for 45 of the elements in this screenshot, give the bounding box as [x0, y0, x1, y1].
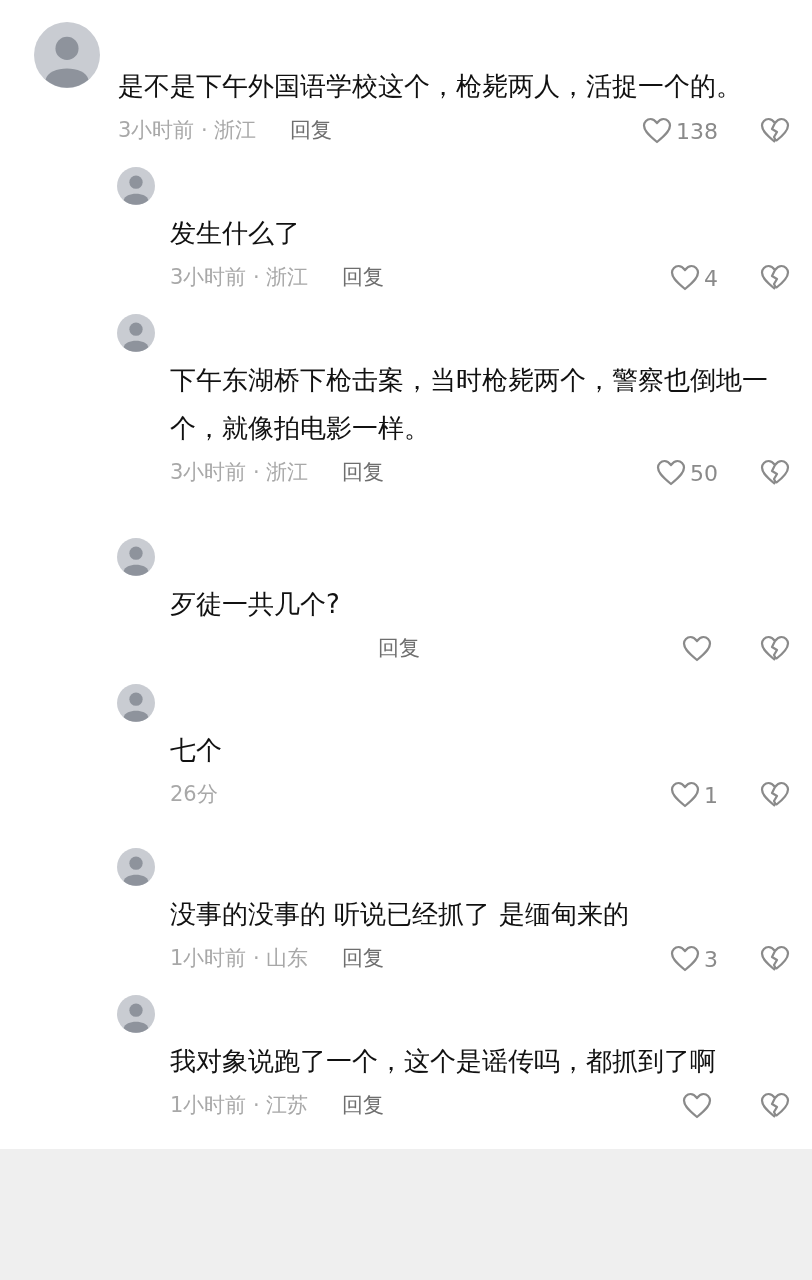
like-count: 138 — [676, 117, 718, 146]
reply-link[interactable]: 回复 — [342, 943, 385, 975]
comment-time: 3小时前 · 浙江 — [118, 117, 257, 145]
avatar[interactable] — [117, 314, 155, 352]
comment-text: 发生什么了 — [170, 217, 301, 250]
broken-heart-icon[interactable] — [760, 264, 790, 292]
broken-heart-icon[interactable] — [760, 945, 790, 973]
avatar[interactable] — [117, 848, 155, 886]
heart-icon[interactable] — [656, 459, 686, 487]
like-count: 1 — [704, 781, 718, 810]
reply-link[interactable]: 回复 — [342, 262, 385, 294]
broken-heart-icon[interactable] — [760, 459, 790, 487]
heart-icon[interactable] — [670, 264, 700, 292]
reply-link[interactable]: 回复 — [290, 115, 333, 147]
reply-link[interactable]: 回复 — [378, 633, 420, 665]
heart-icon[interactable] — [682, 635, 712, 663]
avatar[interactable] — [117, 995, 155, 1033]
heart-icon[interactable] — [670, 945, 700, 973]
like-count: 4 — [704, 264, 718, 293]
heart-icon[interactable] — [670, 781, 700, 809]
comment-time: 3小时前 · 浙江 — [170, 459, 309, 487]
avatar[interactable] — [117, 167, 155, 205]
comment-time: 26分 — [170, 781, 218, 809]
comment-text: 歹徒一共几个? — [170, 588, 341, 621]
heart-icon[interactable] — [682, 1092, 712, 1120]
avatar[interactable] — [117, 538, 155, 576]
comment-time: 1小时前 · 江苏 — [170, 1092, 309, 1120]
broken-heart-icon[interactable] — [760, 117, 790, 145]
comment-text: 七个 — [170, 734, 223, 767]
comment-time: 3小时前 · 浙江 — [170, 264, 309, 292]
like-count: 3 — [704, 945, 718, 974]
comment-text: 我对象说跑了一个，这个是谣传吗，都抓到了啊 — [170, 1045, 717, 1078]
broken-heart-icon[interactable] — [760, 1092, 790, 1120]
comment-text: 没事的没事的 听说已经抓了 是缅甸来的 — [170, 898, 630, 931]
comment-text: 下午东湖桥下枪击案，当时枪毙两个，警察也倒地一个，就像拍电影一样。 — [170, 364, 769, 445]
reply-link[interactable]: 回复 — [342, 457, 385, 489]
broken-heart-icon[interactable] — [760, 635, 790, 663]
heart-icon[interactable] — [642, 117, 672, 145]
broken-heart-icon[interactable] — [760, 781, 790, 809]
reply-link[interactable]: 回复 — [342, 1090, 385, 1122]
like-count: 50 — [690, 459, 718, 488]
comment-time: 1小时前 · 山东 — [170, 945, 309, 973]
comment-text: 是不是下午外国语学校这个，枪毙两人，活捉一个的。 — [118, 70, 743, 103]
avatar[interactable] — [117, 684, 155, 722]
avatar[interactable] — [34, 22, 100, 88]
